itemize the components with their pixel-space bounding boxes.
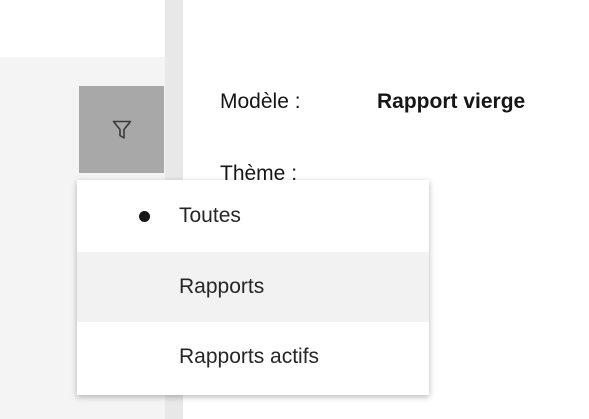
menu-item-label: Toutes — [179, 204, 241, 227]
menu-item-label: Rapports actifs — [179, 345, 320, 368]
menu-item-label: Rapports — [179, 275, 265, 298]
filter-dropdown-menu: Toutes Rapports Rapports actifs — [77, 180, 429, 395]
menu-item-rapports[interactable]: Rapports — [77, 252, 429, 322]
model-value: Rapport vierge — [377, 90, 526, 113]
menu-item-toutes[interactable]: Toutes — [77, 180, 429, 252]
filter-icon — [112, 120, 131, 139]
filter-button[interactable] — [79, 86, 164, 173]
bullet-icon — [139, 211, 150, 222]
report-creation-view: Modèle : Rapport vierge Thème : Toutes R… — [0, 0, 589, 419]
menu-item-rapports-actifs[interactable]: Rapports actifs — [77, 322, 429, 392]
model-label: Modèle : — [220, 90, 301, 113]
